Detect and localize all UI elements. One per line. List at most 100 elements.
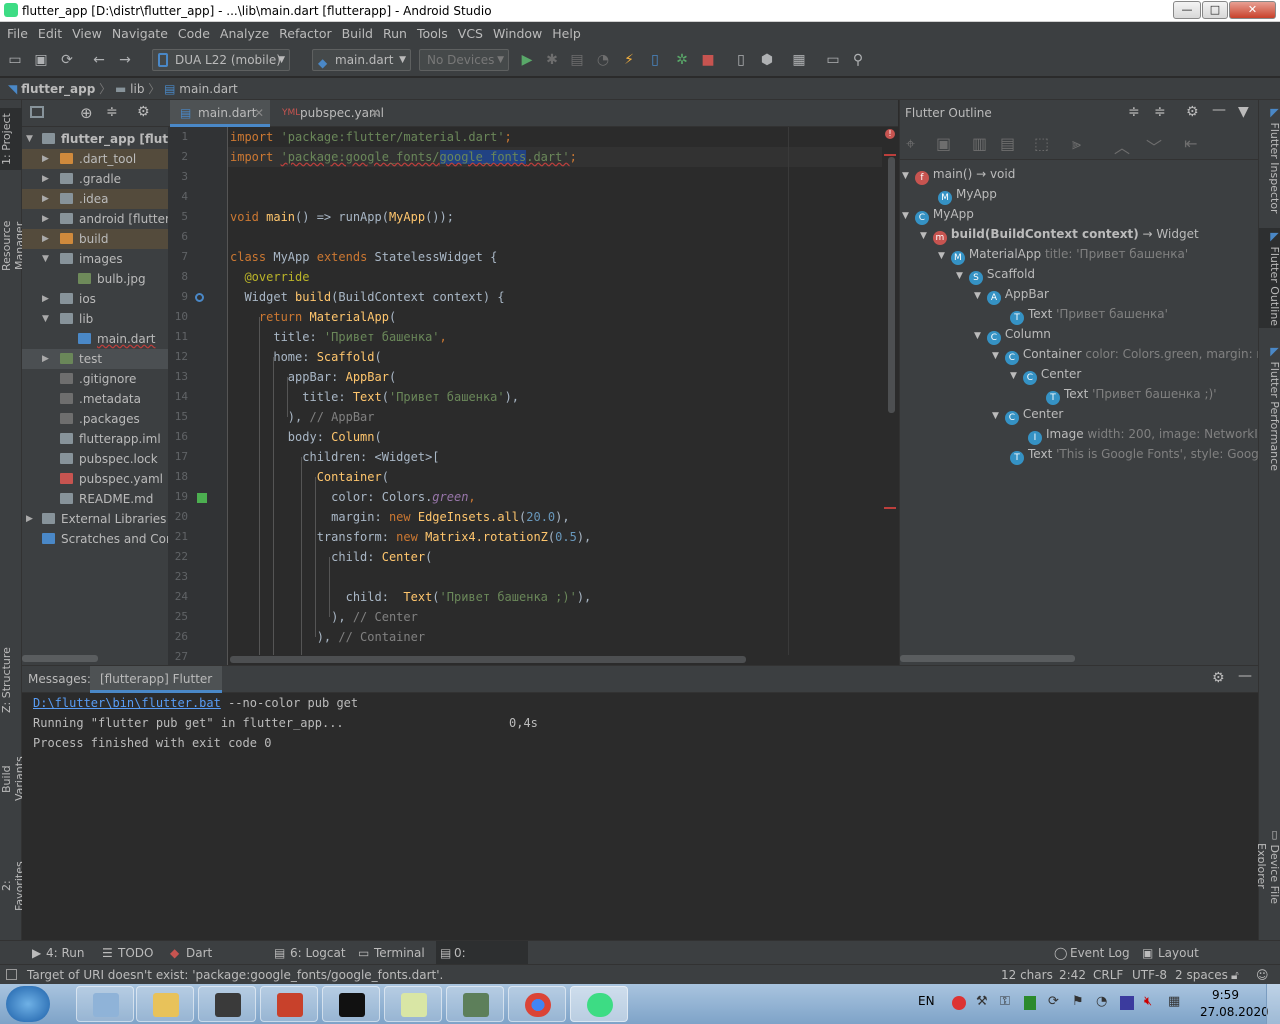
outline-item[interactable]: T Text 'This is Google Fonts', style: Goo…: [1010, 444, 1258, 465]
tab-resource-manager[interactable]: Resource Manager: [0, 198, 26, 294]
tab-flutter-performance[interactable]: ◤ Flutter Performance: [1259, 344, 1280, 472]
minimize-panel-icon[interactable]: —: [1212, 102, 1226, 118]
target-selector[interactable]: No Devices ▼: [419, 49, 509, 71]
tab-structure[interactable]: Z: Structure: [0, 645, 22, 715]
tray-wifi-icon[interactable]: ◔: [1096, 994, 1107, 1009]
outline-item[interactable]: ▼ S Scaffold: [956, 264, 1035, 285]
outline-item[interactable]: T Text 'Привет башенка': [1010, 304, 1168, 325]
run-icon[interactable]: ▶: [518, 51, 536, 69]
error-marker[interactable]: [884, 154, 896, 156]
filter-icon[interactable]: ▼: [1238, 104, 1249, 120]
move-down-icon[interactable]: ﹀: [1146, 134, 1162, 158]
tree-item-pubspec-lock[interactable]: pubspec.lock: [22, 449, 168, 469]
tree-item-build[interactable]: ▶ build: [22, 229, 168, 249]
lock-icon[interactable]: 🔓︎: [1231, 965, 1239, 985]
tab-todo[interactable]: ☰ TODO: [100, 941, 160, 965]
outline-item[interactable]: ▼ f main() → void: [902, 164, 1015, 185]
tree-item-external-libraries[interactable]: ▶ External Libraries: [22, 509, 168, 529]
error-marker[interactable]: [884, 507, 896, 509]
tab-device-file-explorer[interactable]: ▯ Device File Explorer: [1255, 804, 1280, 928]
menu-code[interactable]: Code: [173, 26, 215, 41]
menu-build[interactable]: Build: [337, 26, 378, 41]
clock-time[interactable]: 9:59: [1212, 988, 1239, 1002]
tab-build-variants[interactable]: Build Variants: [0, 743, 26, 815]
line-separator[interactable]: CRLF: [1093, 965, 1123, 985]
tree-item-bulb[interactable]: bulb.jpg: [22, 269, 168, 289]
tree-item-scratches[interactable]: Scratches and Consc: [22, 529, 168, 549]
debug-icon[interactable]: ✱: [543, 51, 561, 69]
menu-run[interactable]: Run: [378, 26, 412, 41]
gear-icon[interactable]: ⚙: [1186, 104, 1199, 120]
taskbar-toolbox[interactable]: [260, 986, 318, 1022]
apply-changes-icon[interactable]: ▯: [646, 51, 664, 69]
outline-item[interactable]: T Text 'Привет башенка ;)': [1046, 384, 1217, 405]
tray-update-icon[interactable]: ⟳: [1048, 994, 1059, 1009]
tab-flutter-inspector[interactable]: ◤ Flutter Inspector: [1259, 106, 1280, 214]
breadcrumb-file[interactable]: main.dart: [179, 82, 237, 96]
tree-item-ios[interactable]: ▶ ios: [22, 289, 168, 309]
menu-refactor[interactable]: Refactor: [274, 26, 336, 41]
status-message[interactable]: Target of URI doesn't exist: 'package:go…: [27, 965, 443, 985]
vertical-scrollbar[interactable]: [888, 157, 895, 413]
taskbar-calculator[interactable]: [76, 986, 134, 1022]
save-icon[interactable]: ▣: [32, 51, 50, 69]
outline-item[interactable]: ▼ C Center: [992, 404, 1063, 425]
taskbar-powershell[interactable]: [198, 986, 256, 1022]
tray-tool-icon[interactable]: ⚒: [976, 994, 988, 1009]
tree-item-idea[interactable]: ▶ .idea: [22, 189, 168, 209]
code-editor[interactable]: import 'package:flutter/material.dart'; …: [228, 127, 890, 655]
taskbar-cmd[interactable]: [322, 986, 380, 1022]
tab-messages[interactable]: ▤0: Messages: [436, 941, 528, 984]
locate-icon[interactable]: ⊕: [80, 104, 93, 122]
caret-position[interactable]: 2:42: [1059, 965, 1086, 985]
minimize-panel-icon[interactable]: —: [1238, 668, 1252, 684]
close-icon[interactable]: ✕: [370, 100, 380, 127]
tab-event-log[interactable]: ◯ Event Log: [1052, 941, 1132, 965]
tray-volume-icon[interactable]: 🔇︎: [1144, 994, 1152, 1009]
stop-icon[interactable]: ■: [699, 51, 717, 69]
outline-item[interactable]: IImage width: 200, image: NetworkImage: [1028, 424, 1258, 445]
menu-tools[interactable]: Tools: [412, 26, 453, 41]
coverage-icon[interactable]: ▤: [568, 51, 586, 69]
extract-widget-icon[interactable]: ⇤: [1184, 134, 1197, 153]
tree-item-gradle[interactable]: ▶ .gradle: [22, 169, 168, 189]
device-selector[interactable]: DUA L22 (mobile) ▼: [152, 49, 290, 71]
move-up-icon[interactable]: ︿: [1114, 134, 1130, 158]
project-structure-icon[interactable]: ▦: [790, 51, 808, 69]
collapse-all-icon[interactable]: ≑: [1154, 104, 1166, 120]
menu-edit[interactable]: Edit: [33, 26, 67, 41]
override-marker-icon[interactable]: [195, 293, 204, 302]
gear-icon[interactable]: ⚙: [1212, 670, 1225, 686]
center-widget-icon[interactable]: ⌖: [906, 134, 915, 154]
tree-item-pubspec-yaml[interactable]: pubspec.yaml: [22, 469, 168, 489]
outline-item[interactable]: ▼ C Column: [974, 324, 1051, 345]
toggle-tool-windows-icon[interactable]: [6, 969, 17, 980]
tab-pubspec-yaml[interactable]: YML pubspec.yaml ✕: [272, 100, 392, 127]
expand-all-icon[interactable]: ≑: [1128, 104, 1140, 120]
menu-analyze[interactable]: Analyze: [215, 26, 274, 41]
column-icon[interactable]: ▥: [972, 134, 987, 153]
tab-favorites[interactable]: 2: Favorites: [0, 856, 26, 916]
outline-item[interactable]: M MyApp: [938, 184, 997, 205]
close-icon[interactable]: ✕: [254, 100, 264, 127]
menu-help[interactable]: Help: [547, 26, 586, 41]
row-icon[interactable]: ▤: [1000, 134, 1015, 153]
breadcrumb-project[interactable]: flutter_app: [21, 82, 95, 96]
tab-project[interactable]: 1: Project: [0, 108, 22, 170]
taskbar-notepad[interactable]: [384, 986, 442, 1022]
avd-manager-icon[interactable]: ▯: [732, 51, 750, 69]
tree-item-readme[interactable]: README.md: [22, 489, 168, 509]
run-config-selector[interactable]: ◆ main.dart ▼: [312, 49, 411, 71]
outline-item[interactable]: ▼ m build(BuildContext context) → Widget: [920, 224, 1199, 245]
error-icon[interactable]: !: [885, 129, 895, 139]
indent-setting[interactable]: 2 spaces: [1175, 965, 1228, 985]
tree-item-packages[interactable]: .packages: [22, 409, 168, 429]
hot-reload-icon[interactable]: ⚡: [620, 51, 638, 69]
maximize-button[interactable]: □: [1202, 1, 1228, 19]
editor-horizontal-scrollbar[interactable]: [230, 656, 746, 663]
tree-item-android[interactable]: ▶ android [fluttera: [22, 209, 168, 229]
forward-icon[interactable]: →: [116, 51, 134, 69]
menu-view[interactable]: View: [67, 26, 107, 41]
taskbar-explorer[interactable]: [136, 986, 194, 1022]
tab-terminal[interactable]: ▭ Terminal: [356, 941, 428, 965]
